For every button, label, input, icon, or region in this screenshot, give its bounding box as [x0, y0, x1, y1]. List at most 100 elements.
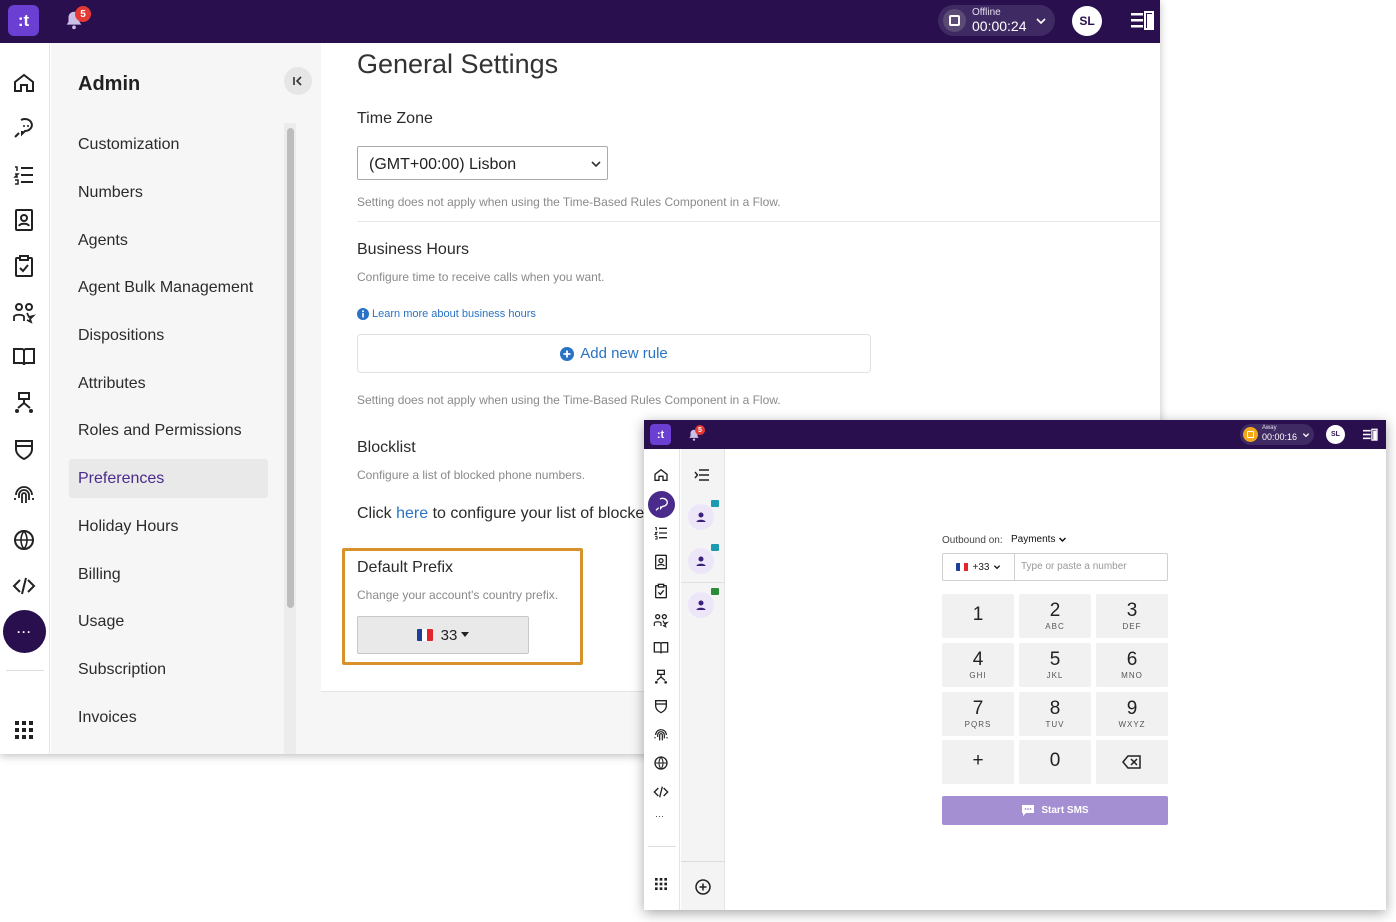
shield-icon[interactable] — [653, 698, 669, 714]
dialpad-key-letters: WXYZ — [1118, 720, 1146, 729]
side-panel-toggle[interactable] — [1130, 10, 1154, 32]
start-sms-button[interactable]: Start SMS — [942, 796, 1168, 825]
dialpad-key-digit: 6 — [1126, 649, 1138, 670]
panel-toggle-icon[interactable] — [1362, 428, 1378, 442]
dialpad-key-8[interactable]: 8 TUV — [1019, 692, 1091, 736]
app-logo[interactable]: :t — [8, 5, 39, 36]
outbound-number-selector[interactable]: Payments — [1011, 534, 1067, 545]
conversation-contact-2[interactable] — [688, 544, 719, 574]
list-icon[interactable] — [12, 163, 36, 187]
learn-more-link[interactable]: Learn more about business hours — [357, 308, 536, 320]
blocklist-here-link[interactable]: here — [396, 505, 428, 522]
contacts-icon[interactable] — [653, 554, 669, 570]
fingerprint-icon[interactable] — [12, 483, 36, 507]
sms-badge-icon — [711, 588, 719, 595]
conversation-list-panel — [681, 449, 725, 910]
globe-icon[interactable] — [653, 755, 669, 771]
dialpad-key-7[interactable]: 7 PQRS — [942, 692, 1014, 736]
list-icon[interactable] — [653, 525, 669, 541]
dialpad-key-9[interactable]: 9 WXYZ — [1096, 692, 1168, 736]
home-icon[interactable] — [653, 467, 669, 483]
section-divider — [357, 221, 1160, 222]
code-icon[interactable] — [12, 574, 36, 598]
status-label: Offline — [972, 7, 1001, 18]
france-flag-icon — [955, 563, 969, 571]
more-icon[interactable]: ··· — [3, 610, 46, 653]
panel-divider — [681, 582, 725, 583]
dialpad-key-1[interactable]: 1 — [942, 594, 1014, 638]
chat-badge-icon — [711, 500, 719, 507]
dialpad-key-digit: 5 — [1049, 649, 1061, 670]
country-code-value: +33 — [972, 561, 990, 573]
conversation-contact-1[interactable] — [688, 500, 719, 530]
dialer-user-avatar[interactable]: SL — [1326, 425, 1345, 444]
panel-bottom-divider — [681, 861, 725, 862]
dialpad-key-0[interactable]: 0 — [1019, 740, 1091, 784]
dialer-app-logo[interactable]: :t — [650, 424, 671, 445]
globe-icon[interactable] — [12, 528, 36, 552]
add-circle-icon[interactable] — [695, 879, 711, 895]
dialpad-key-5[interactable]: 5 JKL — [1019, 643, 1091, 687]
apps-grid-icon[interactable] — [653, 876, 669, 892]
dialpad-key-4[interactable]: 4 GHI — [942, 643, 1014, 687]
dialpad-backspace[interactable] — [1096, 740, 1168, 784]
chevron-down-icon — [1036, 18, 1046, 25]
sidebar-item-holiday-hours[interactable]: Holiday Hours — [69, 507, 268, 546]
sidebar-item-agent-bulk-management[interactable]: Agent Bulk Management — [69, 268, 268, 307]
sidebar-item-customization[interactable]: Customization — [69, 125, 268, 164]
sidebar-item-attributes[interactable]: Attributes — [69, 364, 268, 403]
sidebar-item-preferences[interactable]: Preferences — [69, 459, 268, 498]
home-icon[interactable] — [12, 71, 36, 95]
status-selector[interactable]: Offline 00:00:24 — [938, 5, 1055, 36]
phone-number-input[interactable]: Type or paste a number — [1021, 554, 1127, 580]
expand-menu-icon[interactable] — [694, 468, 710, 482]
shield-icon[interactable] — [12, 437, 36, 461]
dialpad-key-3[interactable]: 3 DEF — [1096, 594, 1168, 638]
code-icon[interactable] — [653, 784, 669, 800]
sidebar-scrollbar-thumb[interactable] — [287, 128, 294, 608]
country-code-selector[interactable]: +33 — [943, 554, 1015, 580]
dialpad-key-digit: 2 — [1049, 600, 1061, 621]
chevron-down-icon — [591, 161, 601, 168]
sidebar-item-billing[interactable]: Billing — [69, 555, 268, 594]
flow-icon[interactable] — [12, 391, 36, 415]
sidebar-item-roles-and-permissions[interactable]: Roles and Permissions — [69, 411, 268, 450]
sidebar-item-invoices[interactable]: Invoices — [69, 698, 268, 737]
add-new-rule-button[interactable]: Add new rule — [357, 334, 871, 373]
sidebar-item-numbers[interactable]: Numbers — [69, 173, 268, 212]
info-icon — [357, 308, 369, 320]
sidebar-item-usage[interactable]: Usage — [69, 602, 268, 641]
dialpad-key-digit: 3 — [1126, 600, 1138, 621]
time-zone-select[interactable]: (GMT+00:00) Lisbon — [357, 146, 608, 180]
dialer-status-selector[interactable]: Away 00:00:16 — [1240, 424, 1314, 445]
conversations-active-button[interactable] — [648, 491, 675, 518]
apps-grid-icon[interactable] — [12, 718, 36, 742]
book-icon[interactable] — [12, 345, 36, 369]
conversations-icon[interactable] — [12, 117, 36, 141]
top-bar: :t 5 Offline 00:00:24 SL — [0, 0, 1160, 43]
teams-icon[interactable] — [653, 612, 669, 628]
dialpad-key-6[interactable]: 6 MNO — [1096, 643, 1168, 687]
user-avatar[interactable]: SL — [1072, 6, 1102, 36]
book-icon[interactable] — [653, 640, 669, 656]
offline-status-icon — [943, 9, 966, 32]
dialpad-key-2[interactable]: 2 ABC — [1019, 594, 1091, 638]
dialpad-key-plus[interactable]: + — [942, 740, 1014, 784]
clipboard-icon[interactable] — [12, 254, 36, 278]
dialpad-key-letters: TUV — [1045, 720, 1065, 729]
flow-icon[interactable] — [653, 669, 669, 685]
conversation-contact-3[interactable] — [688, 588, 719, 618]
collapse-sidebar-button[interactable] — [284, 67, 312, 95]
more-icon[interactable]: ··· — [655, 811, 664, 821]
fingerprint-icon[interactable] — [653, 727, 669, 743]
dialer-top-bar: :t 5 Away 00:00:16 SL — [644, 420, 1386, 449]
contacts-icon[interactable] — [12, 208, 36, 232]
sidebar-item-subscription[interactable]: Subscription — [69, 650, 268, 689]
business-hours-description: Configure time to receive calls when you… — [357, 270, 605, 284]
sidebar-item-agents[interactable]: Agents — [69, 221, 268, 260]
teams-icon[interactable] — [12, 300, 36, 324]
person-icon — [696, 512, 706, 522]
backspace-icon — [1122, 755, 1141, 769]
clipboard-icon[interactable] — [653, 583, 669, 599]
sidebar-item-dispositions[interactable]: Dispositions — [69, 316, 268, 355]
